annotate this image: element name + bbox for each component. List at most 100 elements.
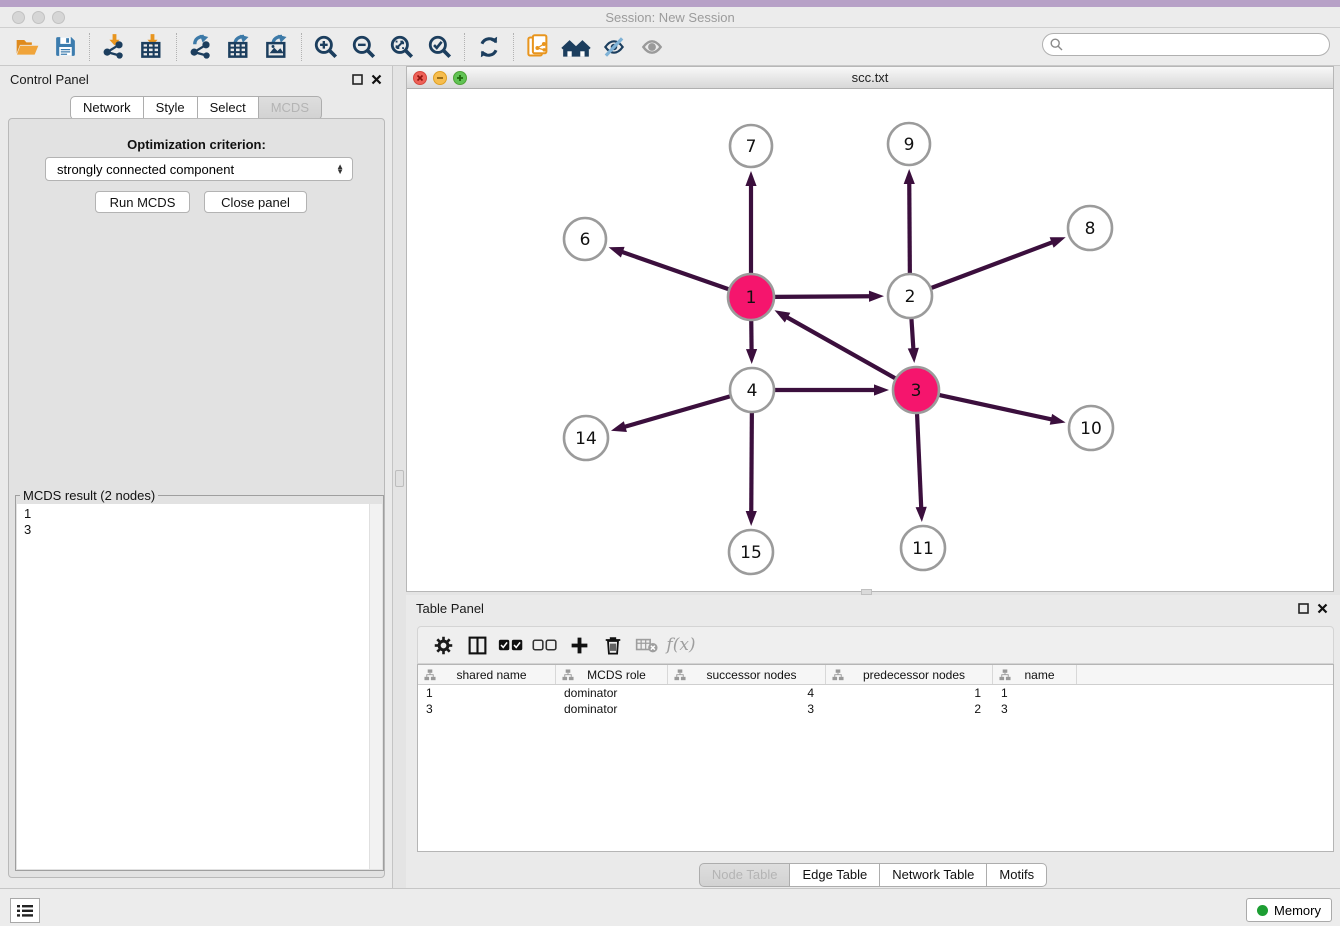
memory-button[interactable]: Memory <box>1246 898 1332 922</box>
table-cell: 1 <box>993 686 1077 700</box>
column-header-MCDS-role[interactable]: MCDS role <box>556 665 668 684</box>
column-header-shared-name[interactable]: shared name <box>418 665 556 684</box>
zoom-out-icon[interactable] <box>345 31 383 63</box>
table-row[interactable]: 3dominator323 <box>418 701 1333 717</box>
float-table-panel-icon[interactable] <box>1298 603 1309 614</box>
graph-edge-2-8[interactable] <box>932 237 1066 288</box>
search-input[interactable] <box>1067 35 1329 54</box>
table-panel: Table Panel f(x) shared nameMCDS rolesuc… <box>406 595 1340 888</box>
graph-node-1[interactable]: 1 <box>728 274 774 320</box>
vertical-splitter-handle[interactable] <box>395 470 404 487</box>
search-field[interactable] <box>1042 33 1330 56</box>
graph-edge-1-6[interactable] <box>609 247 729 289</box>
float-panel-icon[interactable] <box>352 74 363 85</box>
table-settings-icon[interactable] <box>428 630 458 660</box>
column-header-name[interactable]: name <box>993 665 1077 684</box>
graph-node-7[interactable]: 7 <box>730 125 772 167</box>
mcds-result-scrollbar[interactable] <box>369 504 382 869</box>
export-table-icon[interactable] <box>220 31 258 63</box>
export-network-icon[interactable] <box>182 31 220 63</box>
close-table-panel-icon[interactable] <box>1317 603 1328 614</box>
graph-edge-3-1[interactable] <box>775 310 896 378</box>
task-history-button[interactable] <box>10 898 40 923</box>
tab-select[interactable]: Select <box>198 96 259 120</box>
graph-edge-1-2[interactable] <box>775 291 884 302</box>
graph-edge-3-10[interactable] <box>939 395 1065 425</box>
tab-mcds[interactable]: MCDS <box>259 96 322 120</box>
table-row[interactable]: 1dominator411 <box>418 685 1333 701</box>
toolbar-separator <box>513 33 514 61</box>
graph-node-3[interactable]: 3 <box>893 367 939 413</box>
network-graph-canvas[interactable]: 7 9 6 8 1 2 4 3 14 10 15 11 <box>407 89 1333 591</box>
column-header-label: successor nodes <box>686 668 825 682</box>
svg-text:10: 10 <box>1080 419 1102 439</box>
show-graphics-details-icon[interactable] <box>633 31 671 63</box>
hide-graphics-details-icon[interactable] <box>595 31 633 63</box>
search-icon <box>1050 38 1063 51</box>
column-header-predecessor-nodes[interactable]: predecessor nodes <box>826 665 993 684</box>
zoom-selected-icon[interactable] <box>421 31 459 63</box>
minimize-view-icon[interactable] <box>433 71 447 85</box>
run-mcds-button[interactable]: Run MCDS <box>95 191 190 213</box>
graph-edge-1-4[interactable] <box>746 321 757 364</box>
column-visibility-icon[interactable] <box>462 630 492 660</box>
table-cell: 3 <box>418 702 556 716</box>
tab-node-table[interactable]: Node Table <box>699 863 791 887</box>
tab-network-table[interactable]: Network Table <box>880 863 987 887</box>
select-all-icon[interactable] <box>496 630 526 660</box>
tab-style[interactable]: Style <box>144 96 198 120</box>
graph-edge-4-3[interactable] <box>775 384 889 395</box>
home-view-icon[interactable] <box>557 31 595 63</box>
graph-edge-2-3[interactable] <box>908 319 919 363</box>
graph-node-2[interactable]: 2 <box>888 274 932 318</box>
save-session-icon[interactable] <box>46 31 84 63</box>
tab-network[interactable]: Network <box>70 96 144 120</box>
close-panel-button[interactable]: Close panel <box>204 191 307 213</box>
open-session-icon[interactable] <box>8 31 46 63</box>
export-image-icon[interactable] <box>258 31 296 63</box>
column-header-label: predecessor nodes <box>844 668 992 682</box>
apply-layout-icon[interactable] <box>470 31 508 63</box>
add-column-icon[interactable] <box>564 630 594 660</box>
new-network-from-selection-icon[interactable] <box>519 31 557 63</box>
deselect-all-icon[interactable] <box>530 630 560 660</box>
control-panel: Control Panel NetworkStyleSelectMCDS Opt… <box>0 66 393 888</box>
graph-node-4[interactable]: 4 <box>730 368 774 412</box>
optimization-criterion-select[interactable]: strongly connected component ▲▼ <box>45 157 353 181</box>
graph-node-15[interactable]: 15 <box>729 530 773 574</box>
graph-edge-2-9[interactable] <box>904 169 915 273</box>
toolbar-separator <box>89 33 90 61</box>
graph-node-11[interactable]: 11 <box>901 526 945 570</box>
tab-motifs[interactable]: Motifs <box>987 863 1047 887</box>
table-cell: 1 <box>826 686 993 700</box>
zoom-fit-icon[interactable] <box>383 31 421 63</box>
column-header-label: MCDS role <box>574 668 667 682</box>
delete-column-icon[interactable] <box>598 630 628 660</box>
column-header-successor-nodes[interactable]: successor nodes <box>668 665 826 684</box>
import-table-icon[interactable] <box>133 31 171 63</box>
network-view-titlebar: scc.txt <box>407 67 1333 89</box>
graph-node-10[interactable]: 10 <box>1069 406 1113 450</box>
close-panel-icon[interactable] <box>371 74 382 85</box>
graph-edge-4-15[interactable] <box>746 413 757 526</box>
mcds-result-node: 3 <box>24 522 369 538</box>
graph-node-6[interactable]: 6 <box>564 218 606 260</box>
import-network-icon[interactable] <box>95 31 133 63</box>
zoom-view-icon[interactable] <box>453 71 467 85</box>
graph-edge-1-7[interactable] <box>745 171 756 273</box>
zoom-in-icon[interactable] <box>307 31 345 63</box>
graph-node-14[interactable]: 14 <box>564 416 608 460</box>
graph-edge-4-14[interactable] <box>611 396 730 432</box>
toolbar-separator <box>301 33 302 61</box>
close-view-icon[interactable] <box>413 71 427 85</box>
graph-node-8[interactable]: 8 <box>1068 206 1112 250</box>
graph-edge-3-11[interactable] <box>916 414 927 522</box>
mcds-result-list[interactable]: 13 <box>17 504 369 869</box>
graph-node-9[interactable]: 9 <box>888 123 930 165</box>
tab-edge-table[interactable]: Edge Table <box>790 863 880 887</box>
column-header-label: name <box>1011 668 1076 682</box>
svg-text:14: 14 <box>575 429 597 449</box>
delete-table-icon <box>632 630 662 660</box>
app-titlebar: Session: New Session <box>0 7 1340 28</box>
node-table-header: shared name MCDS role successor nodes prede… <box>418 665 1333 685</box>
